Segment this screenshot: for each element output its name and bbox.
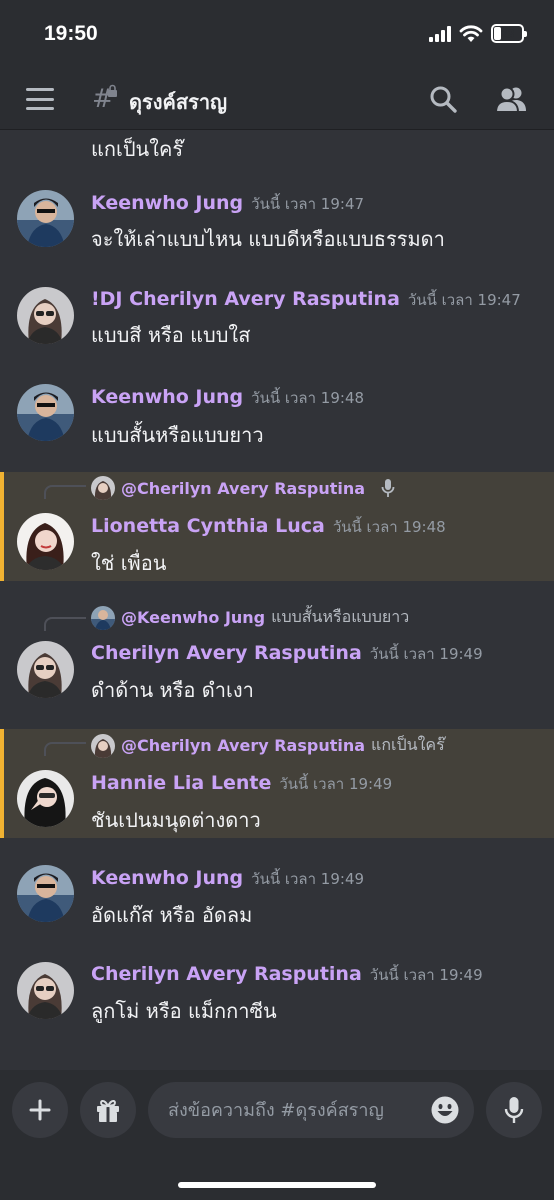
message-item[interactable]: Keenwho Jung วันนี้ เวลา 19:48 แบบสั้นหรื… (0, 377, 554, 453)
message-content: แบบสั้นหรือแบบยาว (91, 423, 264, 447)
lock-icon (108, 84, 117, 97)
message-timestamp: วันนี้ เวลา 19:49 (251, 870, 365, 888)
status-time: 19:50 (44, 22, 98, 45)
message-content: ใช่ เพื่อน (91, 551, 167, 575)
microphone-icon (381, 479, 395, 497)
message-content: ดำด้าน หรือ ดำเงา (91, 678, 254, 702)
status-icons: 23 (429, 24, 527, 43)
message-timestamp: วันนี้ เวลา 19:47 (251, 195, 365, 213)
channel-header: # ดุรงค์สราญ (0, 70, 554, 130)
author-name[interactable]: Keenwho Jung (91, 192, 243, 214)
reply-author: @Keenwho Jung (121, 608, 266, 627)
status-bar: 19:50 23 (0, 0, 554, 70)
message-item[interactable]: Cherilyn Avery Rasputina วันนี้ เวลา 19:4… (0, 953, 554, 1029)
add-attachment-button[interactable] (12, 1082, 68, 1138)
emoji-icon[interactable] (430, 1095, 460, 1125)
reply-preview[interactable]: @Keenwho Jung แบบสั้นหรือแบบยาว (91, 605, 409, 630)
reply-author: @Cherilyn Avery Rasputina (121, 478, 366, 498)
message-item[interactable]: แกเป็นใคร๊ (0, 131, 554, 171)
message-item[interactable]: Keenwho Jung วันนี้ เวลา 19:49 อัดแก๊ส หร… (0, 857, 554, 933)
author-name[interactable]: Cherilyn Avery Rasputina (91, 963, 362, 985)
message-content: แกเป็นใคร๊ (91, 137, 184, 161)
message-list[interactable]: แกเป็นใคร๊ Keenwho Jung วันนี้ เวลา 19:47… (0, 131, 554, 1070)
reply-connector (44, 485, 86, 499)
message-content: ชันเปนมนุดต่างดาว (91, 808, 261, 832)
reply-connector (44, 617, 86, 631)
message-timestamp: วันนี้ เวลา 19:48 (251, 389, 365, 407)
message-timestamp: วันนี้ เวลา 19:47 (407, 291, 521, 309)
reply-connector (44, 742, 86, 756)
avatar[interactable] (17, 865, 74, 922)
reply-preview[interactable]: @Cherilyn Avery Rasputina (91, 476, 395, 500)
reply-preview[interactable]: @Cherilyn Avery Rasputina แกเป็นใคร๊ (91, 733, 445, 758)
battery-level-fill (494, 27, 501, 40)
hamburger-menu-icon[interactable] (26, 88, 54, 110)
message-item-mention[interactable]: @Cherilyn Avery Rasputina Lionetta Cynth… (0, 472, 554, 581)
gift-icon (97, 1100, 119, 1122)
avatar[interactable] (17, 962, 74, 1019)
message-input[interactable] (168, 1082, 428, 1138)
plus-icon (29, 1099, 51, 1121)
message-content: ลูกโม่ หรือ แม็กกาซีน (91, 999, 277, 1023)
voice-message-button[interactable] (486, 1082, 542, 1138)
microphone-icon (504, 1097, 524, 1123)
author-name[interactable]: !DJ Cherilyn Avery Rasputina (91, 288, 400, 310)
message-timestamp: วันนี้ เวลา 19:49 (279, 775, 393, 793)
cellular-signal-icon (429, 25, 451, 42)
message-item[interactable]: @Keenwho Jung แบบสั้นหรือแบบยาว Cherilyn… (0, 601, 554, 711)
message-item[interactable]: !DJ Cherilyn Avery Rasputina วันนี้ เวลา … (0, 279, 554, 355)
message-content: จะให้เล่าแบบไหน แบบดีหรือแบบธรรมดา (91, 227, 445, 251)
message-input-container[interactable] (148, 1082, 474, 1138)
avatar[interactable] (17, 384, 74, 441)
search-icon[interactable] (428, 84, 458, 114)
reply-author: @Cherilyn Avery Rasputina (121, 736, 366, 755)
author-name[interactable]: Lionetta Cynthia Luca (91, 515, 325, 537)
avatar[interactable] (17, 770, 74, 827)
reply-text: แกเป็นใคร๊ (371, 735, 445, 754)
reply-avatar (91, 605, 115, 630)
battery-icon: 23 (491, 24, 527, 43)
author-name[interactable]: Hannie Lia Lente (91, 772, 271, 794)
message-content: แบบสี หรือ แบบใส (91, 323, 251, 347)
message-timestamp: วันนี้ เวลา 19:49 (369, 645, 483, 663)
composer-bar (0, 1070, 554, 1200)
members-icon[interactable] (495, 84, 527, 114)
avatar[interactable] (17, 513, 74, 570)
home-indicator (178, 1182, 376, 1188)
battery-percentage: 23 (500, 26, 515, 41)
wifi-icon (459, 24, 483, 42)
channel-title[interactable]: ดุรงค์สราญ (129, 86, 227, 118)
message-item-mention[interactable]: @Cherilyn Avery Rasputina แกเป็นใคร๊ Han… (0, 729, 554, 838)
gift-button[interactable] (80, 1082, 136, 1138)
author-name[interactable]: Cherilyn Avery Rasputina (91, 642, 362, 664)
reply-text: แบบสั้นหรือแบบยาว (271, 607, 410, 626)
reply-avatar (91, 733, 115, 758)
message-content: อัดแก๊ส หรือ อัดลม (91, 903, 253, 927)
avatar[interactable] (17, 287, 74, 344)
message-timestamp: วันนี้ เวลา 19:49 (369, 966, 483, 984)
message-item[interactable]: Keenwho Jung วันนี้ เวลา 19:47 จะให้เล่าแ… (0, 183, 554, 259)
author-name[interactable]: Keenwho Jung (91, 867, 243, 889)
reply-avatar (91, 476, 115, 500)
avatar[interactable] (17, 190, 74, 247)
author-name[interactable]: Keenwho Jung (91, 386, 243, 408)
message-timestamp: วันนี้ เวลา 19:48 (332, 518, 446, 536)
avatar[interactable] (17, 641, 74, 698)
